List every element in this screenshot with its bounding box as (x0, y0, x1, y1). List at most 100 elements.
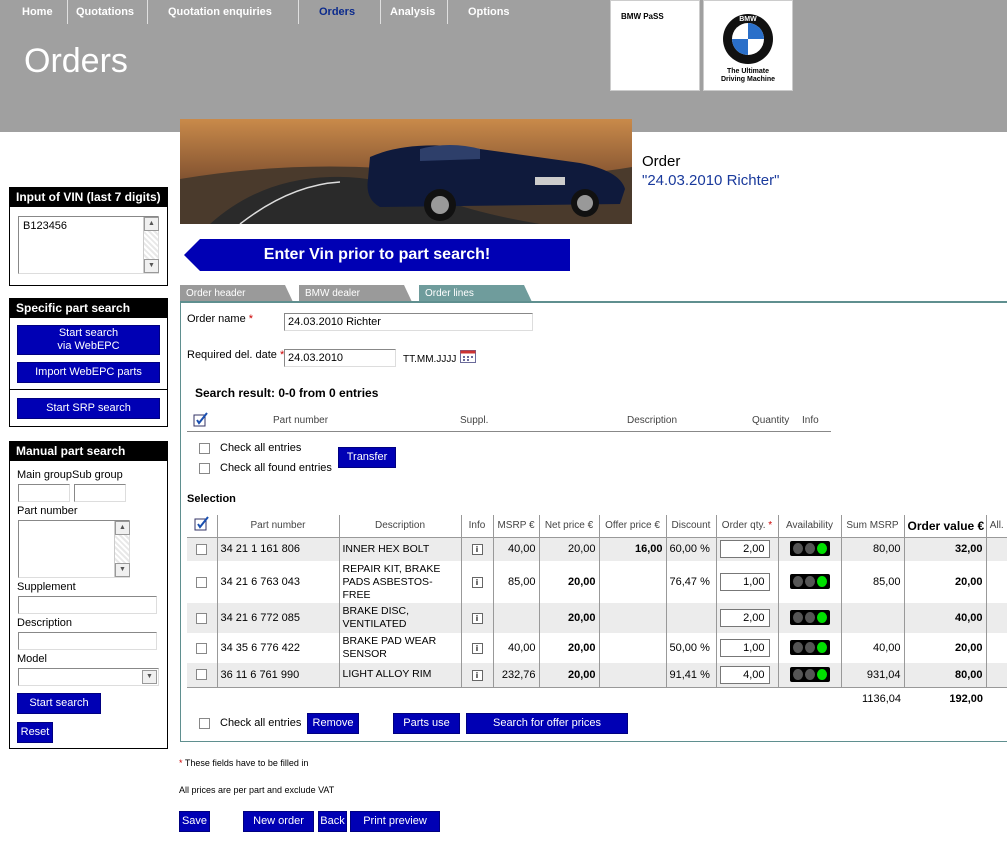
back-button[interactable]: Back (318, 811, 347, 832)
order-heading: Order (642, 153, 681, 170)
required-mark: * (179, 758, 183, 768)
nav-orders[interactable]: Orders (311, 0, 381, 24)
row-part-number: 36 11 6 761 990 (216, 663, 339, 687)
availability-dot (792, 642, 803, 653)
info-icon[interactable]: i (471, 613, 483, 624)
tab-order-lines[interactable]: Order lines (419, 285, 532, 302)
selection-check-all-checkbox[interactable] (199, 718, 210, 729)
info-icon[interactable]: i (471, 544, 483, 556)
edit-checklist-icon[interactable] (193, 412, 209, 428)
availability-dot (804, 612, 815, 623)
row-sum-msrp: 40,00 (840, 633, 904, 663)
row-net-price: 20,00 (538, 537, 599, 561)
part-number-textarea[interactable]: ▲ ▼ (18, 520, 130, 578)
row-qty-input[interactable]: 2,00 (719, 609, 770, 627)
col-description: Description (338, 515, 461, 538)
req-date-value: 24.03.2010 (288, 352, 344, 364)
pass-label: BMW PaSS (621, 12, 664, 21)
order-name-input[interactable]: 24.03.2010 Richter (284, 313, 533, 331)
import-webepc-button[interactable]: Import WebEPC parts (17, 362, 160, 383)
sr-col-description: Description (627, 415, 678, 426)
page-title: Orders (24, 42, 128, 80)
availability-dot (792, 612, 803, 623)
col-msrp: MSRP € (492, 515, 539, 538)
selection-check-all-label: Check all entries (220, 717, 302, 729)
row-qty-input[interactable]: 2,00 (719, 540, 770, 559)
sub-group-input[interactable] (74, 484, 126, 502)
row-qty-input[interactable]: 4,00 (719, 665, 770, 684)
main-group-input[interactable] (18, 484, 70, 502)
row-all (985, 633, 1007, 663)
description-input[interactable] (18, 632, 157, 650)
nav-home[interactable]: Home (14, 0, 68, 24)
vin-panel: Input of VIN (last 7 digits) B123456 ▲ ▼ (9, 187, 168, 286)
availability-traffic-light-icon (789, 610, 830, 625)
row-checkbox[interactable] (196, 612, 208, 624)
transfer-button[interactable]: Transfer (338, 447, 396, 468)
edit-checklist-icon[interactable] (194, 516, 210, 532)
scroll-up-icon[interactable]: ▲ (144, 217, 159, 231)
availability-dot (816, 576, 827, 587)
start-webepc-search-button[interactable]: Start search via WebEPC (17, 325, 160, 355)
col-sum-msrp: Sum MSRP (840, 515, 904, 538)
order-name-label-text: Order name (187, 313, 246, 325)
tab-bmw-dealer-label: BMW dealer (305, 288, 361, 299)
info-icon[interactable]: i (471, 577, 483, 588)
tab-bmw-dealer[interactable]: BMW dealer (299, 285, 412, 302)
supplement-input[interactable] (18, 596, 157, 614)
panel-divider (10, 389, 167, 390)
info-icon[interactable]: i (471, 643, 483, 654)
col-all: All. (985, 515, 1007, 538)
remove-button[interactable]: Remove (307, 713, 359, 734)
availability-dot (792, 668, 803, 680)
bmw-logo-box: BMW The Ultimate Driving Machine (703, 0, 793, 91)
search-result-title: Search result: 0-0 from 0 entries (195, 386, 379, 400)
row-offer-price (598, 633, 666, 663)
row-description: BRAKE DISC, VENTILATED (338, 603, 461, 633)
check-all-entries-checkbox[interactable] (199, 443, 210, 454)
req-date-input[interactable]: 24.03.2010 (284, 349, 396, 367)
scroll-down-icon[interactable]: ▼ (115, 563, 130, 577)
row-checkbox[interactable] (196, 669, 208, 681)
start-srp-search-button[interactable]: Start SRP search (17, 398, 160, 419)
vin-textarea[interactable]: B123456 ▲ ▼ (18, 216, 159, 274)
car-banner-image (180, 119, 632, 224)
reset-button[interactable]: Reset (17, 722, 53, 743)
manual-start-search-button[interactable]: Start search (17, 693, 101, 714)
tagline-line2: Driving Machine (720, 76, 776, 83)
row-qty-input[interactable]: 1,00 (719, 573, 770, 591)
tab-order-header[interactable]: Order header (180, 285, 293, 302)
row-discount: 91,41 % (665, 663, 716, 687)
nav-analysis[interactable]: Analysis (382, 0, 448, 24)
new-order-button[interactable]: New order (243, 811, 314, 832)
search-offer-prices-button[interactable]: Search for offer prices (466, 713, 628, 734)
nav-options[interactable]: Options (460, 0, 540, 24)
nav-quotations[interactable]: Quotations (68, 0, 148, 24)
selection-row: 34 21 1 161 806 INNER HEX BOLT i 40,00 20,00… (187, 537, 1007, 561)
row-order-value: 20,00 (903, 633, 986, 663)
nav-quotation-enquiries[interactable]: Quotation enquiries (160, 0, 299, 24)
row-qty-input[interactable]: 1,00 (719, 639, 770, 657)
row-checkbox[interactable] (196, 576, 208, 588)
model-select[interactable]: ▼ (18, 668, 159, 686)
calendar-icon[interactable] (460, 349, 476, 363)
part-number-scrollbar[interactable]: ▲ ▼ (114, 521, 130, 577)
availability-dot (792, 576, 803, 587)
total-sum-msrp: 1136,04 (841, 686, 904, 711)
row-offer-price (598, 561, 666, 603)
row-order-value: 40,00 (903, 603, 986, 633)
row-checkbox[interactable] (196, 642, 208, 654)
print-preview-button[interactable]: Print preview (350, 811, 440, 832)
scroll-up-icon[interactable]: ▲ (115, 521, 130, 535)
chevron-down-icon[interactable]: ▼ (142, 670, 157, 684)
check-all-found-checkbox[interactable] (199, 463, 210, 474)
save-button[interactable]: Save (179, 811, 210, 832)
selection-row: 36 11 6 761 990 LIGHT ALLOY RIM i 232,76 20,… (187, 663, 1007, 687)
row-checkbox[interactable] (196, 543, 208, 555)
order-name-quoted: "24.03.2010 Richter" (642, 172, 780, 189)
parts-use-button[interactable]: Parts use (393, 713, 460, 734)
scroll-down-icon[interactable]: ▼ (144, 259, 159, 273)
info-icon[interactable]: i (471, 669, 483, 681)
vin-scrollbar[interactable]: ▲ ▼ (143, 217, 159, 273)
vat-note: All prices are per part and exclude VAT (179, 785, 335, 795)
